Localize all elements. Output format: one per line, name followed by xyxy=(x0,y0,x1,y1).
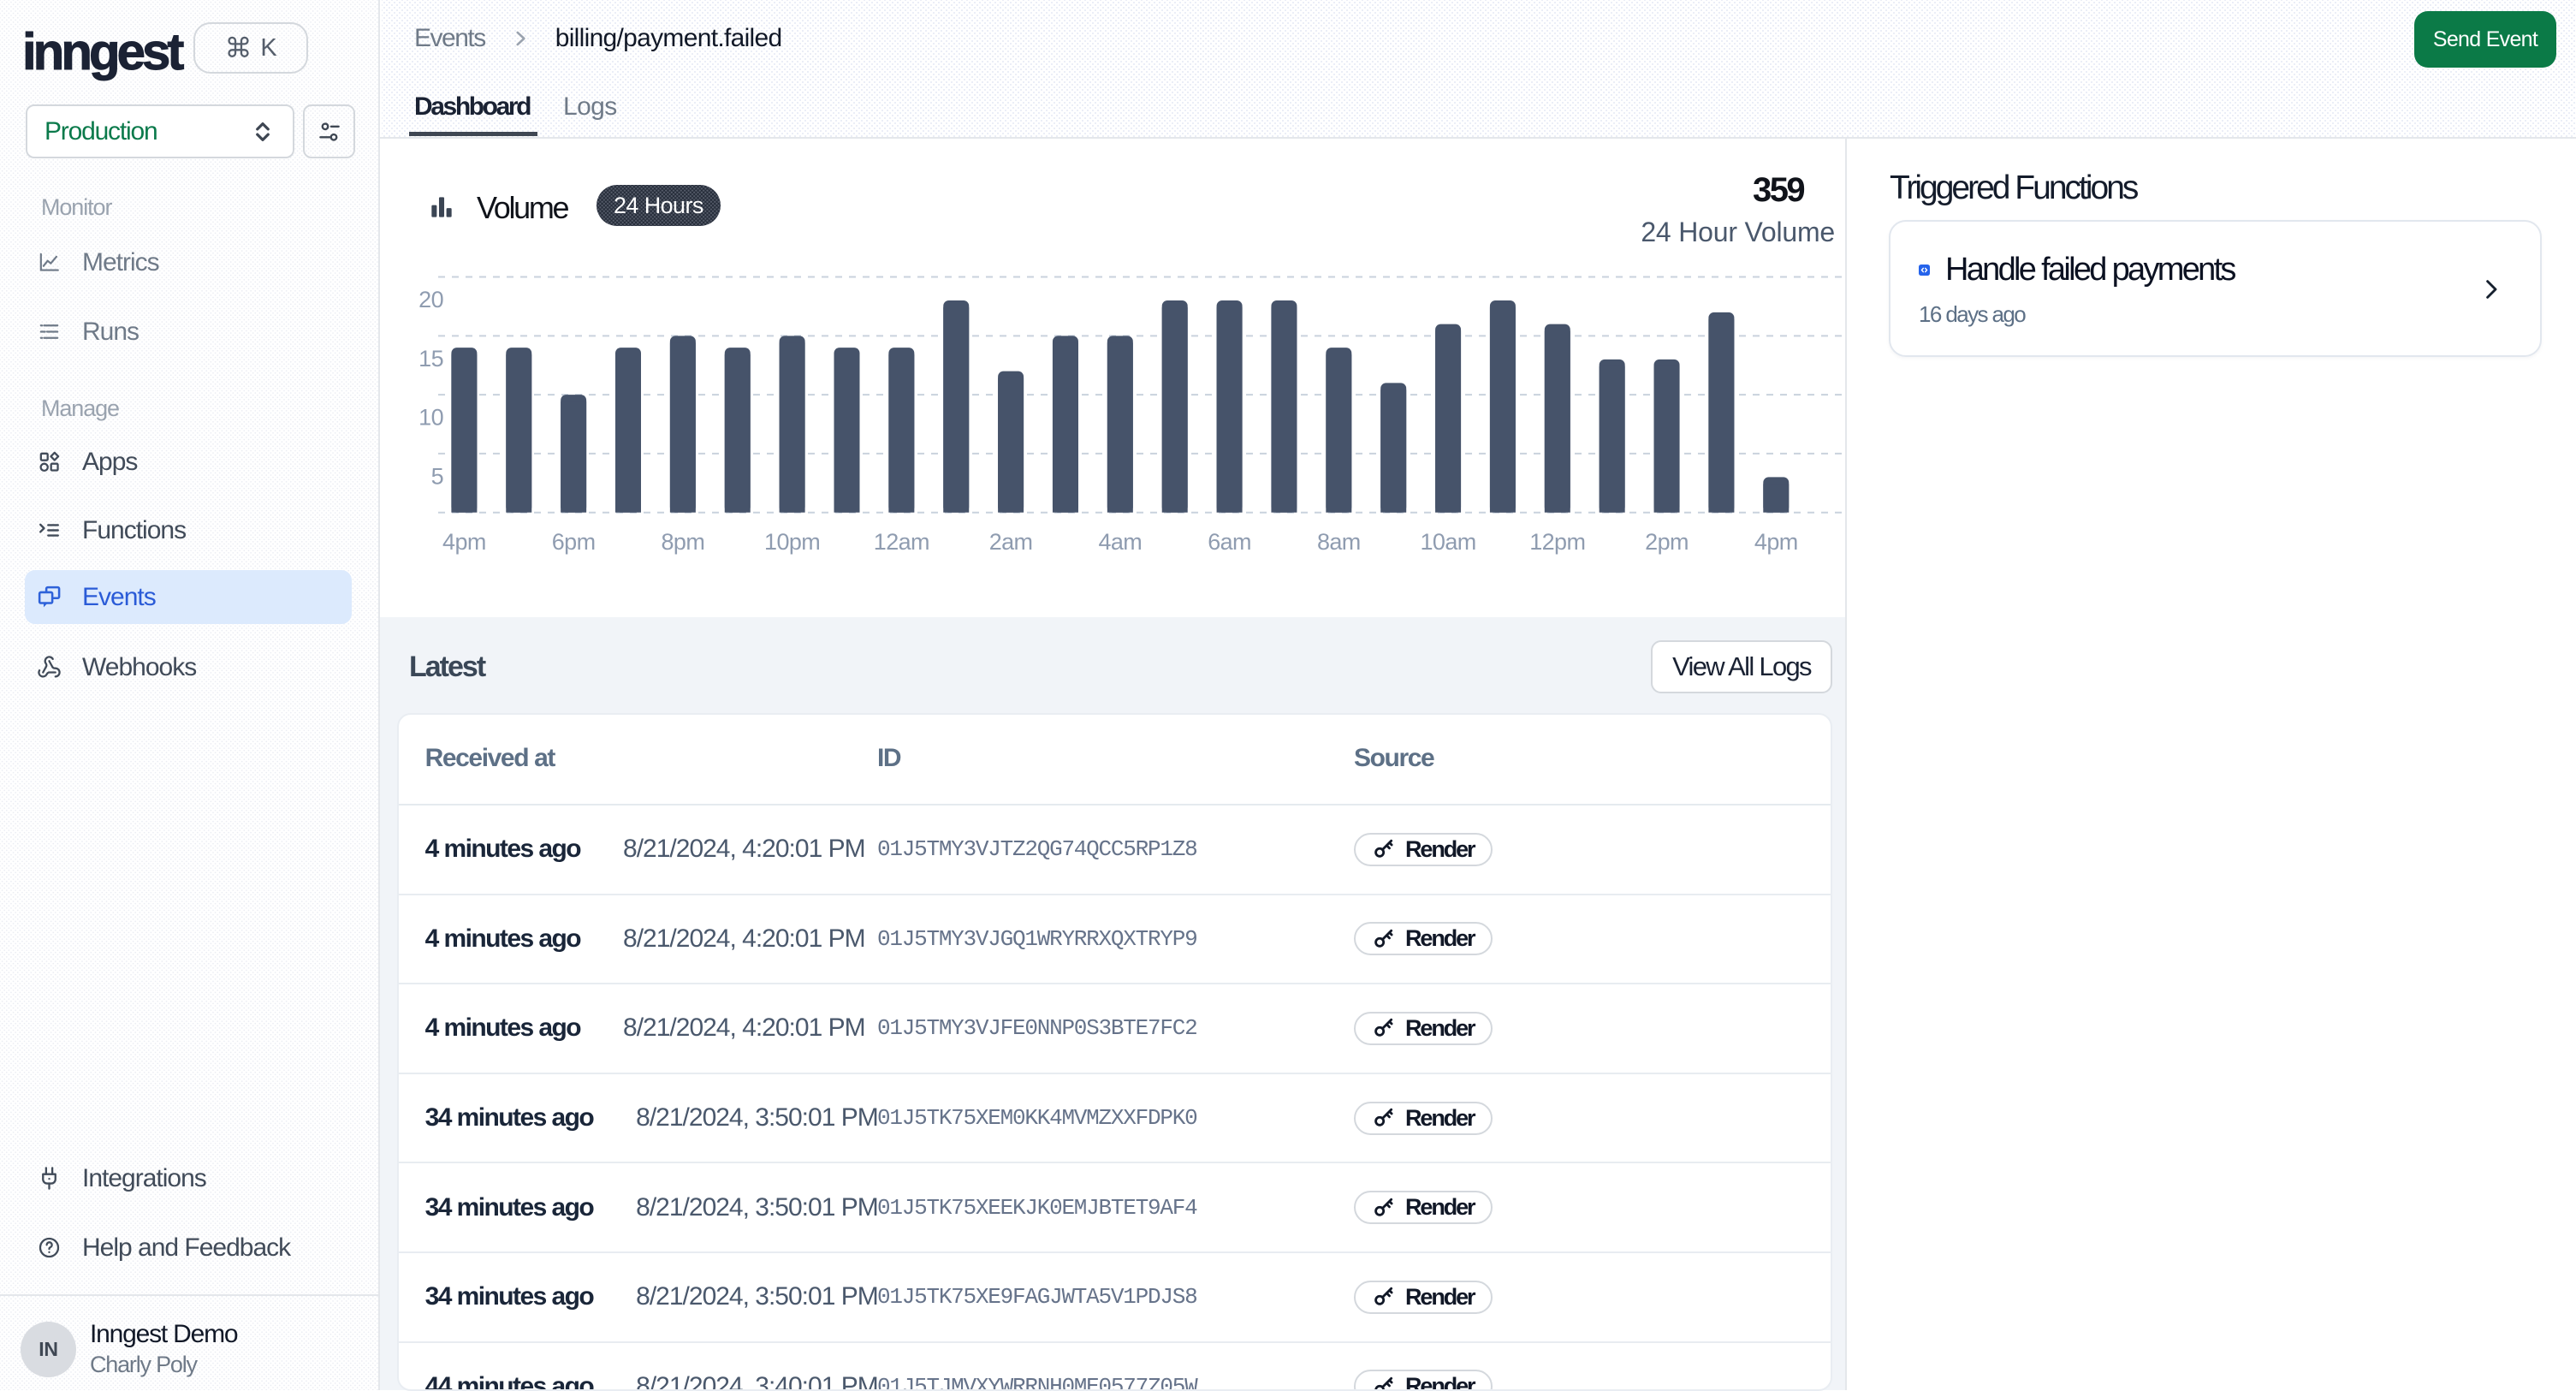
svg-text:12am: 12am xyxy=(874,529,929,555)
svg-text:15: 15 xyxy=(418,346,443,372)
svg-text:4am: 4am xyxy=(1098,529,1142,555)
svg-text:10am: 10am xyxy=(1420,529,1475,555)
svg-text:10: 10 xyxy=(418,405,443,431)
svg-text:2am: 2am xyxy=(989,529,1033,555)
svg-text:6am: 6am xyxy=(1208,529,1251,555)
svg-text:12pm: 12pm xyxy=(1529,529,1585,555)
svg-text:20: 20 xyxy=(418,287,443,312)
svg-text:10pm: 10pm xyxy=(764,529,820,555)
svg-text:8am: 8am xyxy=(1317,529,1361,555)
svg-text:4pm: 4pm xyxy=(1754,529,1798,555)
svg-text:6pm: 6pm xyxy=(552,529,596,555)
svg-text:4pm: 4pm xyxy=(442,529,486,555)
svg-text:8pm: 8pm xyxy=(662,529,705,555)
svg-text:2pm: 2pm xyxy=(1645,529,1689,555)
svg-text:5: 5 xyxy=(431,464,443,490)
